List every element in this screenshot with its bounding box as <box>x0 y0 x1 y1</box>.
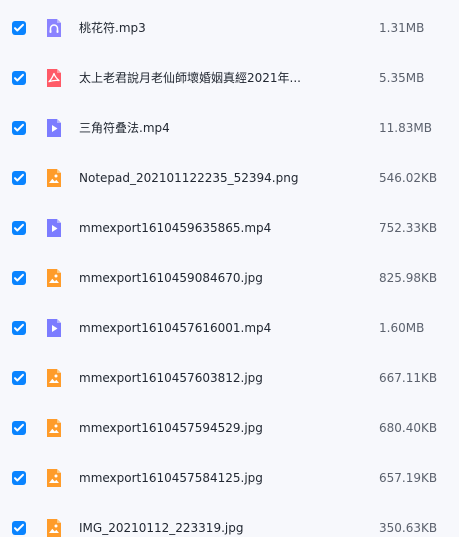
video-file-icon <box>44 118 64 138</box>
file-name: 三角符叠法.mp4 <box>79 121 170 135</box>
check-icon <box>14 223 24 232</box>
file-row[interactable]: 太上老君說月老仙師壞婚姻真經2021年... 5.35MB <box>0 53 459 103</box>
check-icon <box>14 173 24 182</box>
selected-checkbox[interactable] <box>12 471 26 485</box>
file-name: mmexport1610457584125.jpg <box>79 471 263 485</box>
file-name: Notepad_202101122235_52394.png <box>79 171 299 185</box>
selected-checkbox[interactable] <box>12 321 26 335</box>
file-row[interactable]: mmexport1610459084670.jpg 825.98KB <box>0 253 459 303</box>
file-row[interactable]: IMG_20210112_223319.jpg 350.63KB <box>0 503 459 537</box>
file-size: 752.33KB <box>379 221 438 235</box>
check-icon <box>14 373 24 382</box>
file-size: 1.31MB <box>379 21 425 35</box>
file-size: 350.63KB <box>379 521 438 535</box>
file-name: mmexport1610457603812.jpg <box>79 371 263 385</box>
selected-checkbox[interactable] <box>12 71 26 85</box>
check-icon <box>14 523 24 532</box>
selected-checkbox[interactable] <box>12 421 26 435</box>
file-name: 桃花符.mp3 <box>79 21 146 35</box>
check-icon <box>14 73 24 82</box>
file-name: mmexport1610457594529.jpg <box>79 421 263 435</box>
file-row[interactable]: mmexport1610457603812.jpg 667.11KB <box>0 353 459 403</box>
check-icon <box>14 123 24 132</box>
file-name: mmexport1610459084670.jpg <box>79 271 263 285</box>
audio-file-icon <box>44 18 64 38</box>
check-icon <box>14 23 24 32</box>
check-icon <box>14 273 24 282</box>
file-list: 桃花符.mp3 1.31MB 太上老君說月老仙師壞婚姻真經2021年... 5.… <box>0 0 459 537</box>
check-icon <box>14 323 24 332</box>
file-name: mmexport1610459635865.mp4 <box>79 221 272 235</box>
file-name: IMG_20210112_223319.jpg <box>79 521 244 535</box>
selected-checkbox[interactable] <box>12 21 26 35</box>
file-size: 11.83MB <box>379 121 432 135</box>
file-size: 680.40KB <box>379 421 438 435</box>
pdf-file-icon <box>44 68 64 88</box>
check-icon <box>14 423 24 432</box>
file-row[interactable]: mmexport1610457616001.mp4 1.60MB <box>0 303 459 353</box>
file-size: 1.60MB <box>379 321 425 335</box>
video-file-icon <box>44 218 64 238</box>
image-file-icon <box>44 268 64 288</box>
selected-checkbox[interactable] <box>12 271 26 285</box>
file-row[interactable]: mmexport1610459635865.mp4 752.33KB <box>0 203 459 253</box>
file-row[interactable]: mmexport1610457584125.jpg 657.19KB <box>0 453 459 503</box>
selected-checkbox[interactable] <box>12 521 26 535</box>
image-file-icon <box>44 518 64 537</box>
selected-checkbox[interactable] <box>12 371 26 385</box>
file-size: 667.11KB <box>379 371 438 385</box>
image-file-icon <box>44 418 64 438</box>
file-size: 546.02KB <box>379 171 438 185</box>
file-name: mmexport1610457616001.mp4 <box>79 321 272 335</box>
file-row[interactable]: 三角符叠法.mp4 11.83MB <box>0 103 459 153</box>
file-size: 657.19KB <box>379 471 438 485</box>
file-row[interactable]: 桃花符.mp3 1.31MB <box>0 3 459 53</box>
selected-checkbox[interactable] <box>12 171 26 185</box>
file-size: 5.35MB <box>379 71 425 85</box>
selected-checkbox[interactable] <box>12 221 26 235</box>
check-icon <box>14 473 24 482</box>
image-file-icon <box>44 168 64 188</box>
file-row[interactable]: Notepad_202101122235_52394.png 546.02KB <box>0 153 459 203</box>
image-file-icon <box>44 468 64 488</box>
file-row[interactable]: mmexport1610457594529.jpg 680.40KB <box>0 403 459 453</box>
selected-checkbox[interactable] <box>12 121 26 135</box>
video-file-icon <box>44 318 64 338</box>
file-name: 太上老君說月老仙師壞婚姻真經2021年... <box>79 71 301 85</box>
file-size: 825.98KB <box>379 271 438 285</box>
image-file-icon <box>44 368 64 388</box>
